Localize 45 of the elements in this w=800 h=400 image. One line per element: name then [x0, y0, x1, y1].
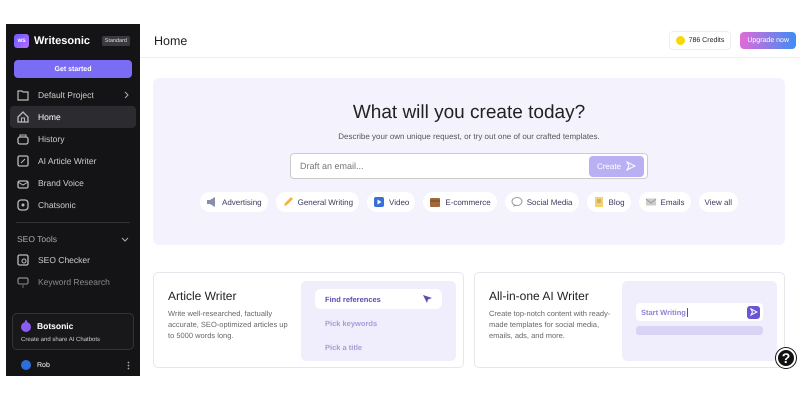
speech-bubble-icon [510, 196, 523, 208]
home-icon [16, 110, 30, 124]
nav-item[interactable]: Brand Voice [10, 172, 136, 194]
chat-icon [16, 198, 30, 212]
template-chip[interactable]: Video [367, 192, 416, 212]
help-button[interactable]: ? [776, 348, 796, 368]
send-icon [626, 161, 636, 171]
send-icon [750, 308, 758, 316]
envelope-icon [644, 196, 657, 208]
avatar-icon [21, 360, 31, 370]
project-selector[interactable]: Default Project [10, 84, 136, 106]
chevron-down-icon [121, 236, 129, 242]
nav-item[interactable]: AI Article Writer [10, 150, 136, 172]
more-icon [127, 360, 130, 370]
nav-item[interactable]: Home [10, 106, 136, 128]
play-icon [373, 196, 386, 208]
page-title: Home [154, 34, 188, 48]
pencil-icon [282, 196, 294, 208]
memo-icon [592, 196, 605, 208]
package-icon [429, 196, 442, 208]
template-chip[interactable]: View all [698, 192, 738, 212]
app-logo: Writesonic [34, 35, 92, 47]
nav-item[interactable]: Chatsonic [10, 194, 136, 216]
folder-icon [16, 88, 30, 102]
nav-item[interactable]: SEO Checker [10, 249, 136, 271]
card-title: All-in-one AI Writer [489, 289, 590, 303]
template-chip[interactable]: Blog [586, 192, 631, 212]
promo-title: Botsonic [37, 321, 74, 331]
box-icon [16, 132, 30, 146]
coin-icon [676, 36, 685, 45]
nav-item[interactable]: Keyword Research [10, 271, 136, 293]
template-chip[interactable]: General Writing [276, 192, 360, 212]
template-chip[interactable]: Emails [638, 192, 691, 212]
nav-item[interactable]: History [10, 128, 136, 150]
template-chip[interactable]: Social Media [504, 192, 579, 212]
document-edit-icon [16, 154, 30, 168]
template-chip[interactable]: Advertising [200, 192, 268, 212]
hero-subtitle: Describe your own unique request, or try out one of our crafted templates. [338, 132, 600, 141]
hero-heading: What will you create today? [352, 102, 586, 124]
sign-icon [16, 275, 30, 289]
template-chip[interactable]: E-commerce [423, 192, 497, 212]
card-title: Article Writer [168, 289, 238, 303]
cursor-icon [422, 294, 432, 304]
section-header[interactable]: SEO Tools [10, 229, 136, 249]
chevron-right-icon [123, 91, 130, 99]
